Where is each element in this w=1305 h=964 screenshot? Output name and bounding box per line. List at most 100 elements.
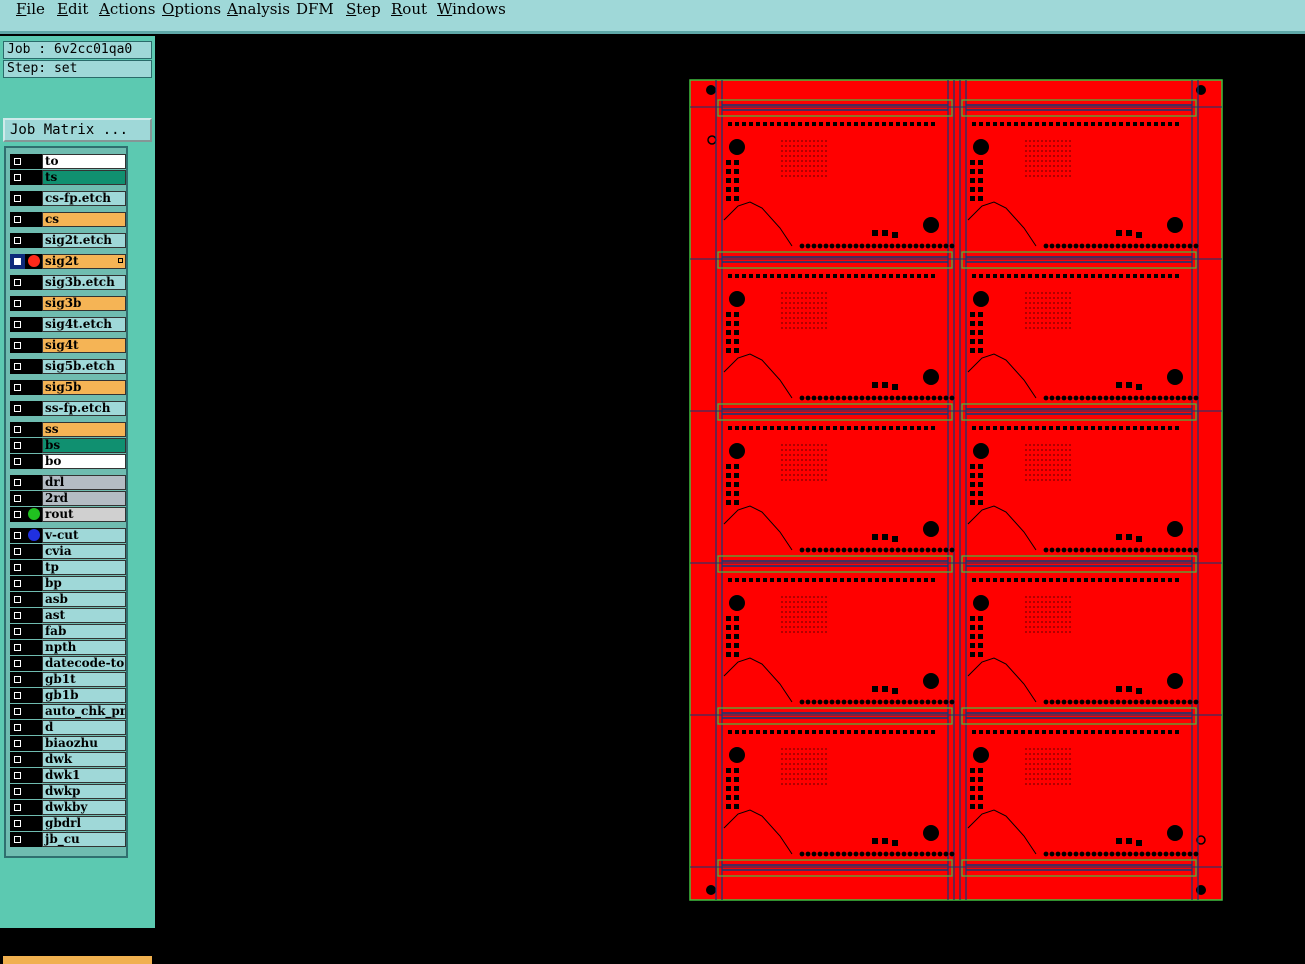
layer-display-swatch[interactable] [25, 704, 42, 719]
layer-affected-checkbox[interactable] [10, 752, 25, 767]
layer-display-swatch[interactable] [25, 640, 42, 655]
layer-name[interactable]: sig3b [42, 296, 126, 311]
layer-name[interactable]: asb [42, 592, 126, 607]
layer-row-dwkp[interactable]: dwkp [6, 784, 130, 799]
layer-row-auto_chk_pn[interactable]: auto_chk_pn [6, 704, 130, 719]
layer-affected-checkbox[interactable] [10, 832, 25, 847]
layer-name[interactable]: datecode-to [42, 656, 126, 671]
layer-display-swatch[interactable] [25, 672, 42, 687]
layer-affected-checkbox[interactable] [10, 528, 25, 543]
layer-name[interactable]: sig3b.etch [42, 275, 126, 290]
layer-name[interactable]: ss-fp.etch [42, 401, 126, 416]
layer-row-sig2t.etch[interactable]: sig2t.etch [6, 233, 130, 248]
layer-affected-checkbox[interactable] [10, 170, 25, 185]
layer-name[interactable]: sig4t [42, 338, 126, 353]
layer-row-ss[interactable]: ss [6, 422, 130, 437]
layer-display-swatch[interactable] [25, 191, 42, 206]
layer-row-bo[interactable]: bo [6, 454, 130, 469]
layer-name[interactable]: gbdrl [42, 816, 126, 831]
layer-display-swatch[interactable] [25, 475, 42, 490]
layer-name[interactable]: fab [42, 624, 126, 639]
layer-row-drl[interactable]: drl [6, 475, 130, 490]
layer-display-swatch[interactable] [25, 359, 42, 374]
layer-affected-checkbox[interactable] [10, 784, 25, 799]
layer-row-dwk[interactable]: dwk [6, 752, 130, 767]
layer-affected-checkbox[interactable] [10, 672, 25, 687]
menu-analysis[interactable]: Analysis [227, 0, 290, 18]
layer-row-2rd[interactable]: 2rd [6, 491, 130, 506]
layer-affected-checkbox[interactable] [10, 736, 25, 751]
layer-row-asb[interactable]: asb [6, 592, 130, 607]
layer-affected-checkbox[interactable] [10, 720, 25, 735]
menu-options[interactable]: Options [162, 0, 221, 18]
layer-display-swatch[interactable] [25, 752, 42, 767]
layer-row-bs[interactable]: bs [6, 438, 130, 453]
layer-affected-checkbox[interactable] [10, 275, 25, 290]
layer-display-swatch[interactable] [25, 401, 42, 416]
layer-name[interactable]: biaozhu [42, 736, 126, 751]
layer-name[interactable]: sig2t.etch [42, 233, 126, 248]
layer-affected-checkbox[interactable] [10, 507, 25, 522]
layer-name[interactable]: dwkby [42, 800, 126, 815]
layer-display-swatch[interactable] [25, 688, 42, 703]
layer-affected-checkbox[interactable] [10, 454, 25, 469]
menu-rout[interactable]: Rout [391, 0, 427, 18]
layer-row-gb1t[interactable]: gb1t [6, 672, 130, 687]
layer-display-swatch[interactable] [25, 720, 42, 735]
layer-affected-checkbox[interactable] [10, 401, 25, 416]
layer-row-sig5b[interactable]: sig5b [6, 380, 130, 395]
layer-name[interactable]: sig5b [42, 380, 126, 395]
graphics-canvas[interactable] [156, 36, 1305, 928]
layer-name[interactable]: gb1b [42, 688, 126, 703]
layer-display-swatch[interactable] [25, 816, 42, 831]
layer-name[interactable]: cs [42, 212, 126, 227]
layer-name[interactable]: sig4t.etch [42, 317, 126, 332]
layer-row-fab[interactable]: fab [6, 624, 130, 639]
layer-display-swatch[interactable] [25, 438, 42, 453]
layer-display-swatch[interactable] [25, 784, 42, 799]
layer-name[interactable]: v-cut [42, 528, 126, 543]
menu-windows[interactable]: Windows [437, 0, 506, 18]
layer-affected-checkbox[interactable] [10, 656, 25, 671]
layer-row-to[interactable]: to [6, 154, 130, 169]
layer-row-sig4t[interactable]: sig4t [6, 338, 130, 353]
layer-display-swatch[interactable] [25, 170, 42, 185]
layer-row-biaozhu[interactable]: biaozhu [6, 736, 130, 751]
menu-actions[interactable]: Actions [99, 0, 155, 18]
layer-affected-checkbox[interactable] [10, 640, 25, 655]
layer-affected-checkbox[interactable] [10, 491, 25, 506]
layer-display-swatch[interactable] [25, 736, 42, 751]
layer-display-swatch[interactable] [25, 800, 42, 815]
layer-affected-checkbox[interactable] [10, 560, 25, 575]
layer-affected-checkbox[interactable] [10, 624, 25, 639]
layer-name[interactable]: npth [42, 640, 126, 655]
layer-display-swatch[interactable] [25, 317, 42, 332]
menu-file[interactable]: File [16, 0, 45, 18]
layer-name[interactable]: drl [42, 475, 126, 490]
layer-display-swatch[interactable] [25, 544, 42, 559]
layer-display-swatch[interactable] [25, 832, 42, 847]
layer-name[interactable]: bp [42, 576, 126, 591]
layer-row-cs-fp.etch[interactable]: cs-fp.etch [6, 191, 130, 206]
layer-name[interactable]: bo [42, 454, 126, 469]
layer-display-swatch[interactable] [25, 212, 42, 227]
layer-name[interactable]: auto_chk_pn [42, 704, 126, 719]
layer-name[interactable]: ast [42, 608, 126, 623]
layer-affected-checkbox[interactable] [10, 296, 25, 311]
layer-display-swatch[interactable] [25, 380, 42, 395]
layer-affected-checkbox[interactable] [10, 438, 25, 453]
layer-row-sig3b[interactable]: sig3b [6, 296, 130, 311]
layer-name[interactable]: d [42, 720, 126, 735]
menu-dfm[interactable]: DFM [296, 0, 334, 18]
layer-row-sig5b.etch[interactable]: sig5b.etch [6, 359, 130, 374]
layer-display-swatch[interactable] [25, 507, 42, 522]
layer-name[interactable]: sig5b.etch [42, 359, 126, 374]
layer-display-swatch[interactable] [25, 154, 42, 169]
layer-row-gbdrl[interactable]: gbdrl [6, 816, 130, 831]
layer-affected-checkbox[interactable] [10, 254, 25, 269]
layer-row-npth[interactable]: npth [6, 640, 130, 655]
layer-row-cs[interactable]: cs [6, 212, 130, 227]
layer-name[interactable]: to [42, 154, 126, 169]
layer-affected-checkbox[interactable] [10, 608, 25, 623]
layer-row-ts[interactable]: ts [6, 170, 130, 185]
